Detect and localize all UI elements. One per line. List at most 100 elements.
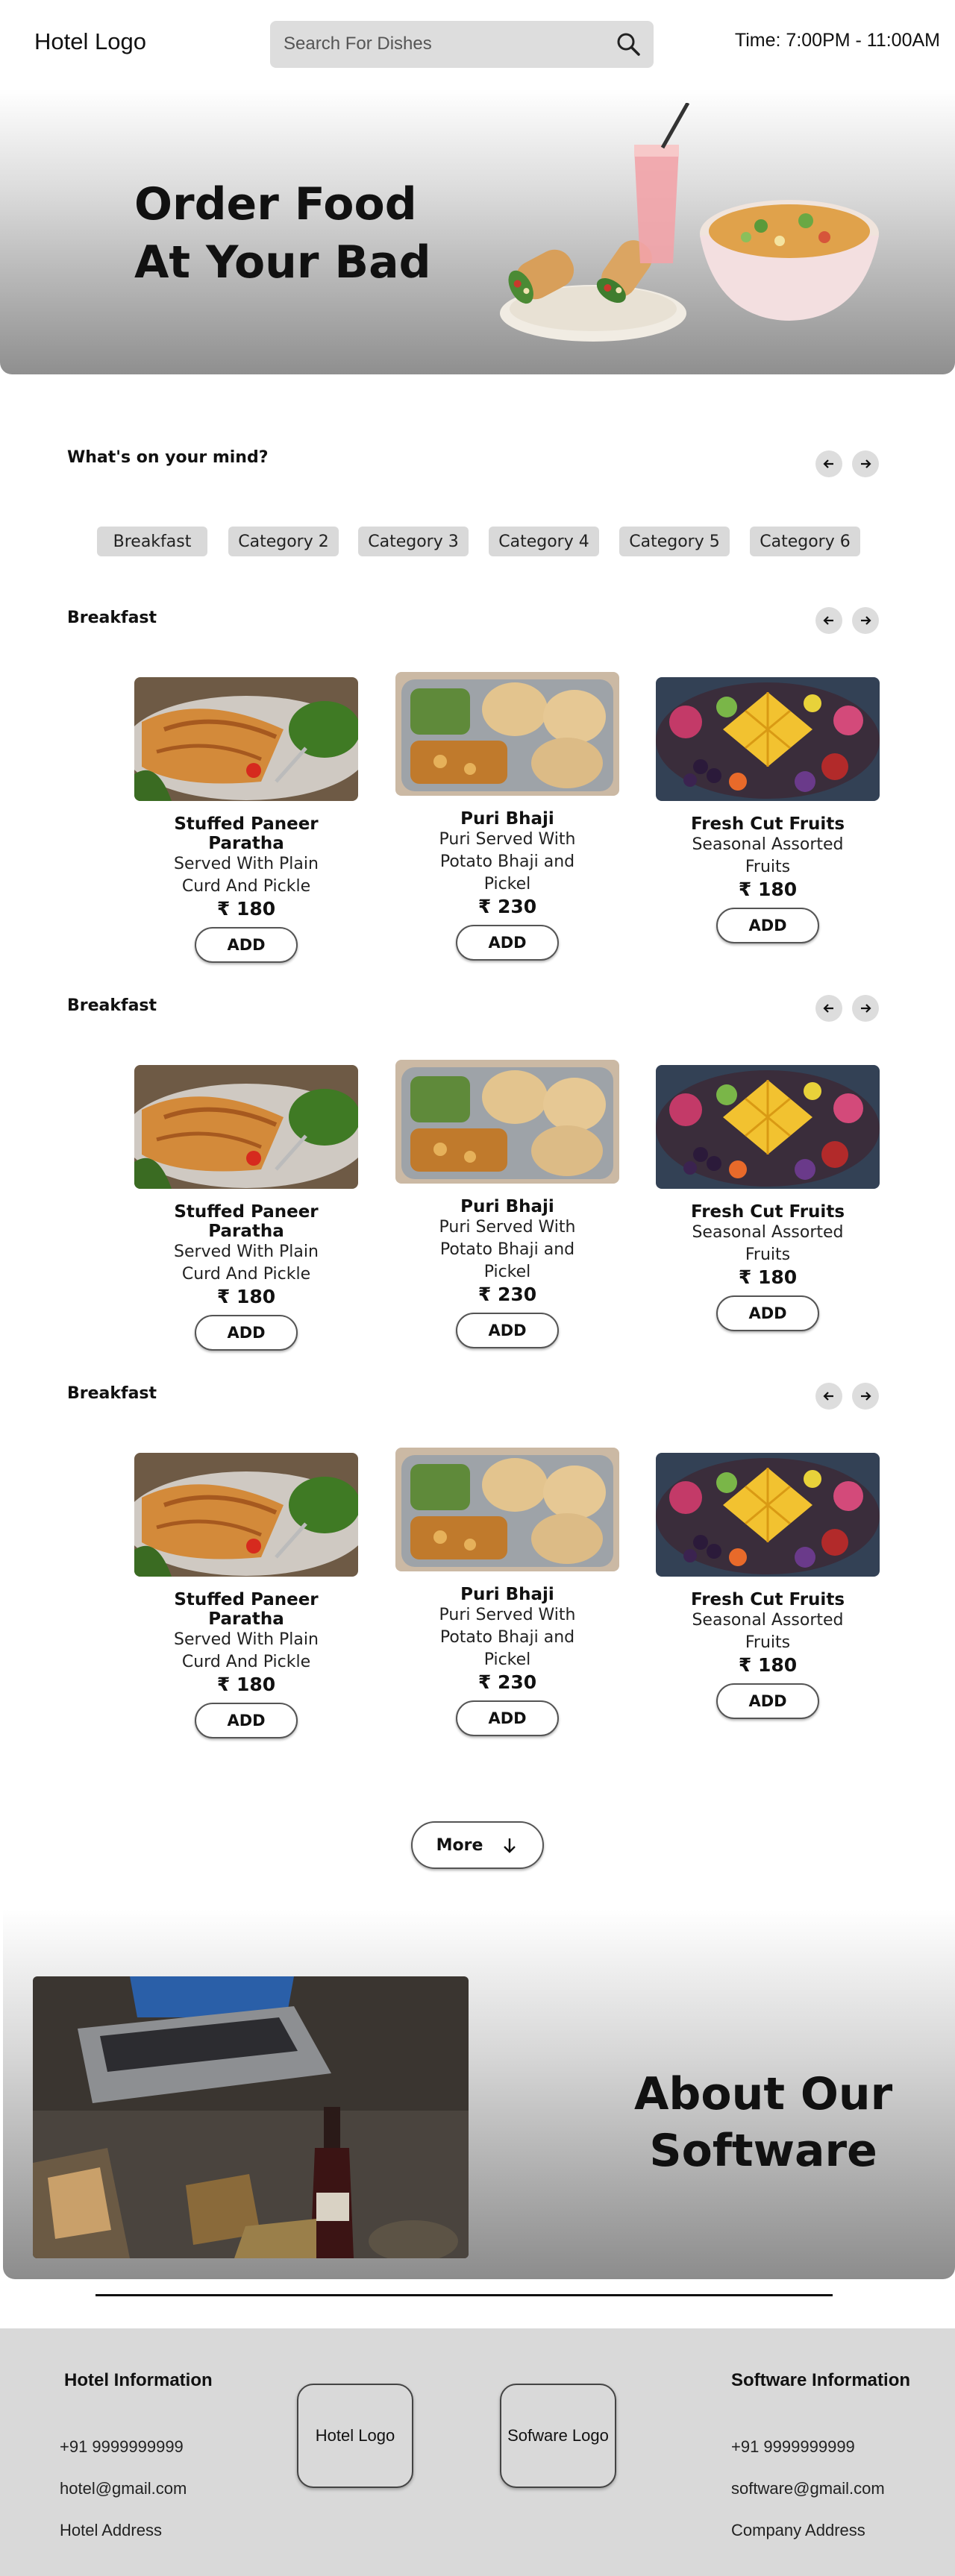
add-button[interactable]: ADD: [195, 927, 298, 963]
fruits-photo: [656, 677, 880, 801]
dish-card: Puri Bhaji Puri Served With Potato Bhaji …: [395, 672, 619, 961]
dish-description: Puri Served With Potato Bhaji and Pickel: [439, 1218, 576, 1281]
search-icon[interactable]: [615, 31, 642, 57]
dish-image[interactable]: [395, 1448, 619, 1571]
software-address: Company Address: [731, 2521, 865, 2539]
hero-title-line-1: Order Food: [134, 178, 417, 230]
divider: [96, 2294, 833, 2296]
about-title-line-1: About Our: [634, 2068, 893, 2120]
more-button[interactable]: More: [411, 1821, 544, 1869]
dish-name: Puri Bhaji: [460, 1585, 554, 1604]
dish-image[interactable]: [656, 1453, 880, 1577]
dish-price: ₹ 230: [478, 1284, 537, 1305]
puri-bhaji-photo: [395, 1060, 619, 1184]
paratha-photo: [134, 677, 358, 801]
dish-price: ₹ 180: [216, 1674, 276, 1695]
hotel-address: Hotel Address: [60, 2521, 162, 2539]
more-label: More: [436, 1835, 483, 1855]
dish-name: Stuffed Paneer Paratha: [174, 814, 319, 853]
mind-prev-button[interactable]: [815, 450, 842, 477]
arrow-left-icon: [823, 1392, 833, 1401]
hero-food-illustration: [500, 103, 879, 342]
hotel-email[interactable]: hotel@gmail.com: [60, 2479, 187, 2498]
section-title: Breakfast: [67, 609, 157, 627]
dish-description: Served With Plain Curd And Pickle: [174, 1243, 319, 1284]
category-chip[interactable]: Category 6: [750, 527, 860, 556]
arrow-left-icon: [823, 1004, 833, 1013]
software-phone[interactable]: +91 9999999999: [731, 2437, 855, 2457]
dish-price: ₹ 180: [738, 879, 798, 900]
category-chip[interactable]: Category 3: [358, 527, 469, 556]
dish-image[interactable]: [134, 1065, 358, 1189]
hotel-info-heading: Hotel Information: [64, 2370, 213, 2390]
puri-bhaji-photo: [395, 1448, 619, 1571]
category-chip[interactable]: Breakfast: [97, 527, 207, 556]
dish-description: Served With Plain Curd And Pickle: [174, 855, 319, 896]
dish-name: Fresh Cut Fruits: [690, 1202, 845, 1222]
add-button[interactable]: ADD: [716, 1295, 819, 1331]
section-title: Breakfast: [67, 996, 157, 1015]
category-chip[interactable]: Category 2: [228, 527, 339, 556]
dish-name: Puri Bhaji: [460, 809, 554, 829]
dish-description: Seasonal Assorted Fruits: [692, 1223, 844, 1264]
section-next-button[interactable]: [852, 1383, 879, 1410]
dish-description: Served With Plain Curd And Pickle: [174, 1630, 319, 1671]
dish-name: Stuffed Paneer Paratha: [174, 1590, 319, 1629]
site-header: Hotel Logo Time: 7:00PM - 11:00AM: [0, 0, 955, 89]
hotel-logo[interactable]: Hotel Logo: [34, 28, 146, 55]
dish-image[interactable]: [656, 677, 880, 801]
dish-card: Fresh Cut Fruits Seasonal Assorted Fruits…: [656, 1453, 880, 1719]
add-button[interactable]: ADD: [716, 908, 819, 943]
puri-bhaji-photo: [395, 672, 619, 796]
section-next-button[interactable]: [852, 995, 879, 1022]
section-prev-button[interactable]: [815, 1383, 842, 1410]
category-chip[interactable]: Category 4: [489, 527, 599, 556]
about-title-line-2: Software: [649, 2125, 877, 2177]
add-button[interactable]: ADD: [716, 1683, 819, 1719]
dish-card: Puri Bhaji Puri Served With Potato Bhaji …: [395, 1060, 619, 1348]
footer-hotel-logo[interactable]: Hotel Logo: [297, 2384, 413, 2488]
dish-price: ₹ 180: [216, 1286, 276, 1307]
hotel-phone[interactable]: +91 9999999999: [60, 2437, 184, 2457]
dish-name: Stuffed Paneer Paratha: [174, 1202, 319, 1241]
arrow-right-icon: [861, 1392, 871, 1401]
add-button[interactable]: ADD: [195, 1703, 298, 1738]
software-email[interactable]: software@gmail.com: [731, 2479, 885, 2498]
arrow-right-icon: [861, 1004, 871, 1013]
dish-card: Fresh Cut Fruits Seasonal Assorted Fruits…: [656, 677, 880, 943]
section-prev-button[interactable]: [815, 607, 842, 634]
dish-image[interactable]: [134, 1453, 358, 1577]
dish-name: Puri Bhaji: [460, 1197, 554, 1216]
about-title: About Our Software: [634, 2066, 892, 2179]
dish-price: ₹ 230: [478, 896, 537, 917]
dish-card: Stuffed Paneer Paratha Served With Plain …: [134, 677, 358, 963]
arrow-right-icon: [861, 459, 871, 468]
dish-price: ₹ 180: [738, 1654, 798, 1676]
section-prev-button[interactable]: [815, 995, 842, 1022]
arrow-down-icon: [504, 1838, 516, 1853]
mind-next-button[interactable]: [852, 450, 879, 477]
paratha-photo: [134, 1453, 358, 1577]
hero-title-line-2: At Your Bad: [134, 236, 431, 289]
paratha-photo: [134, 1065, 358, 1189]
footer-software-logo[interactable]: Sofware Logo: [500, 2384, 616, 2488]
section-next-button[interactable]: [852, 607, 879, 634]
add-button[interactable]: ADD: [456, 925, 559, 961]
search-bar[interactable]: [270, 21, 654, 68]
dish-image[interactable]: [134, 677, 358, 801]
software-info-heading: Software Information: [731, 2370, 911, 2390]
arrow-right-icon: [861, 616, 871, 625]
add-button[interactable]: ADD: [456, 1313, 559, 1348]
search-input[interactable]: [284, 31, 597, 57]
dish-image[interactable]: [395, 1060, 619, 1184]
add-button[interactable]: ADD: [456, 1700, 559, 1736]
dish-card: Stuffed Paneer Paratha Served With Plain …: [134, 1453, 358, 1738]
dish-image[interactable]: [395, 672, 619, 796]
category-chip[interactable]: Category 5: [619, 527, 730, 556]
dish-image[interactable]: [656, 1065, 880, 1189]
arrow-left-icon: [823, 459, 833, 468]
dish-price: ₹ 180: [216, 898, 276, 920]
dish-card: Fresh Cut Fruits Seasonal Assorted Fruits…: [656, 1065, 880, 1331]
add-button[interactable]: ADD: [195, 1315, 298, 1351]
dish-price: ₹ 230: [478, 1671, 537, 1693]
